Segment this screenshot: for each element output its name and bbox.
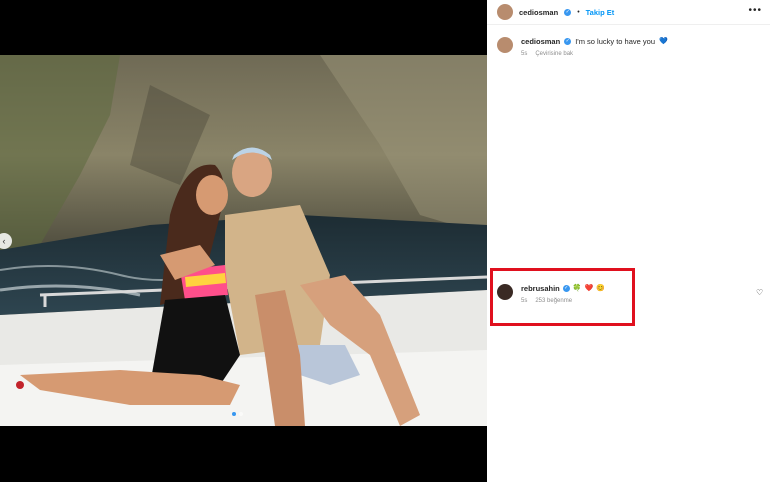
- verified-badge-icon: ✓: [564, 8, 572, 16]
- author-username[interactable]: cediosman: [519, 8, 558, 17]
- caption-text: I'm so lucky to have you: [575, 37, 655, 46]
- caption-time: 5s: [521, 51, 528, 57]
- blue-heart-icon: 💙: [659, 38, 668, 45]
- smile-icon: 😊: [596, 285, 605, 292]
- comment-likes[interactable]: 253 beğenme: [535, 298, 572, 304]
- post-header: cediosman ✓ • Takip Et: [497, 3, 614, 21]
- comment-username[interactable]: rebrusahin: [521, 284, 560, 293]
- chevron-left-icon: ‹: [2, 235, 6, 246]
- post-side-panel: cediosman ✓ • Takip Et ••• cediosman ✓ I…: [487, 0, 770, 482]
- post-media: ‹: [0, 0, 487, 482]
- follow-button[interactable]: Takip Et: [586, 8, 615, 17]
- carousel-dot: [232, 412, 236, 416]
- post-caption: cediosman ✓ I'm so lucky to have you 💙 5…: [497, 37, 757, 57]
- comment-time: 5s: [521, 298, 528, 304]
- header-divider: [487, 24, 770, 25]
- verified-badge-icon: ✓: [562, 285, 570, 292]
- carousel-dot: [239, 412, 243, 416]
- instagram-post-viewer: ‹ cediosman ✓ • Takip Et ••• cediosman ✓…: [0, 0, 770, 482]
- verified-badge-icon: ✓: [564, 38, 572, 45]
- post-photo[interactable]: [0, 55, 487, 426]
- red-heart-icon: ❤️: [584, 285, 594, 292]
- like-comment-heart-icon[interactable]: ♡: [756, 288, 763, 297]
- author-avatar[interactable]: [497, 4, 513, 20]
- clover-icon: 🍀: [572, 285, 582, 292]
- header-separator: •: [577, 8, 580, 16]
- comment-item: rebrusahin ✓ 🍀 ❤️ 😊 5s 253 beğenme: [497, 284, 605, 304]
- carousel-indicator: [232, 412, 243, 416]
- caption-username[interactable]: cediosman: [521, 37, 560, 46]
- more-options-icon[interactable]: •••: [748, 5, 762, 16]
- commenter-avatar[interactable]: [497, 284, 513, 300]
- see-translation-link[interactable]: Çevirisine bak: [535, 51, 573, 57]
- caption-avatar[interactable]: [497, 37, 513, 53]
